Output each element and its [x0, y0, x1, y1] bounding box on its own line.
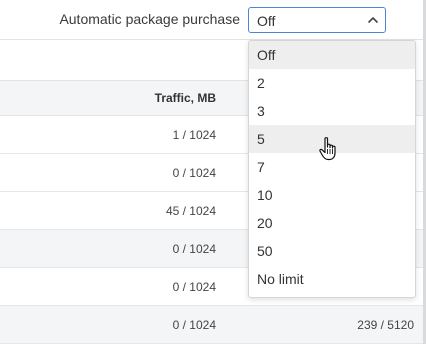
quota-cell: 239 / 5120	[357, 318, 414, 332]
option-20[interactable]: 20	[249, 209, 415, 237]
table-row: 0 / 1024 239 / 5120	[0, 306, 426, 344]
option-label: Off	[257, 47, 276, 63]
traffic-cell: 45 / 1024	[165, 204, 216, 218]
option-label: 20	[257, 215, 273, 231]
option-label: 5	[257, 131, 265, 147]
traffic-cell: 0 / 1024	[172, 318, 216, 332]
automatic-package-purchase-label: Automatic package purchase	[59, 11, 240, 27]
option-off[interactable]: Off	[249, 41, 415, 69]
traffic-cell: 0 / 1024	[172, 166, 216, 180]
select-value: Off	[257, 13, 276, 29]
traffic-cell: 0 / 1024	[172, 280, 216, 294]
option-no-limit[interactable]: No limit	[249, 265, 415, 293]
option-10[interactable]: 10	[249, 181, 415, 209]
option-label: 7	[257, 159, 265, 175]
option-2[interactable]: 2	[249, 69, 415, 97]
option-3[interactable]: 3	[249, 97, 415, 125]
option-label: 50	[257, 243, 273, 259]
traffic-cell: 1 / 1024	[172, 128, 216, 142]
column-header-traffic: Traffic, MB	[154, 91, 216, 105]
option-label: No limit	[257, 271, 304, 287]
page: Automatic package purchase Off Traffic, …	[0, 0, 426, 344]
automatic-package-purchase-select[interactable]: Off	[248, 7, 386, 33]
toolbar: Automatic package purchase Off	[0, 0, 426, 40]
option-label: 2	[257, 75, 265, 91]
chevron-up-icon	[368, 17, 378, 23]
package-options-dropdown: Off 2 3 5 7 10 20 50 No limit	[248, 40, 416, 298]
option-50[interactable]: 50	[249, 237, 415, 265]
option-label: 10	[257, 187, 273, 203]
traffic-cell: 0 / 1024	[172, 242, 216, 256]
hand-pointer-icon	[319, 137, 336, 161]
option-label: 3	[257, 103, 265, 119]
